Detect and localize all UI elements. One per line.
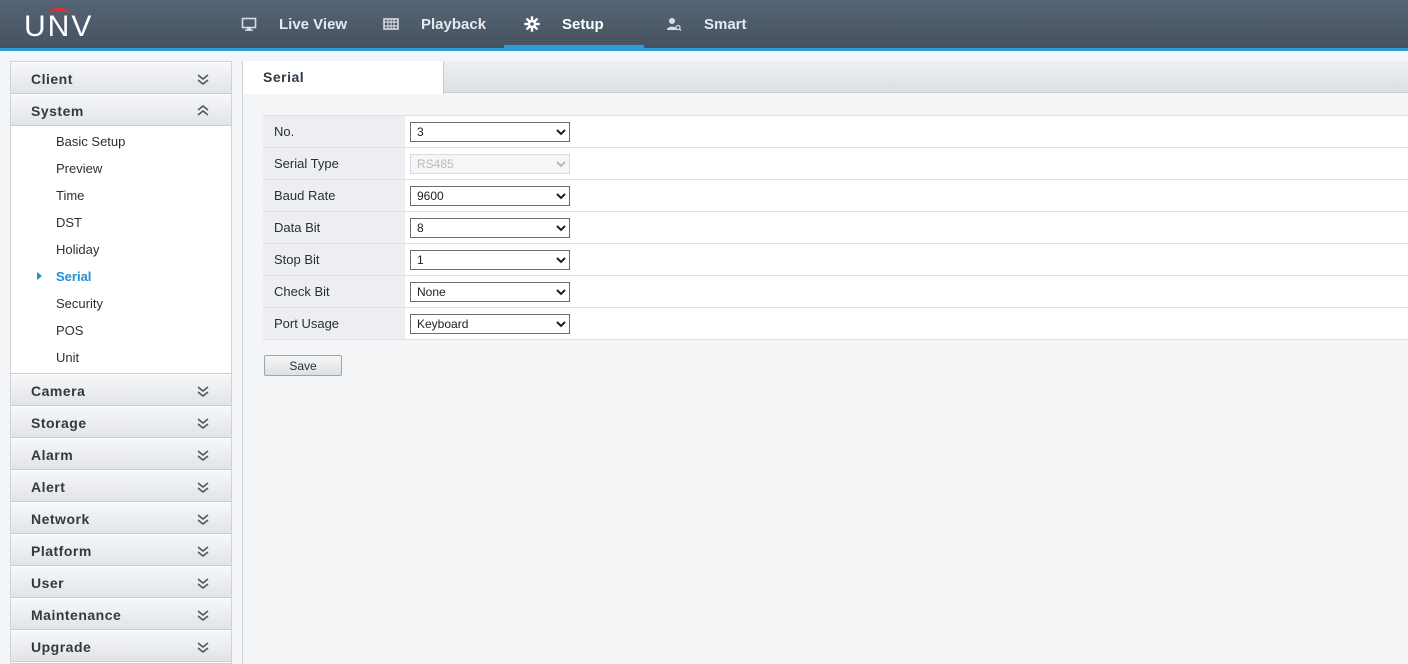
field-label: Baud Rate bbox=[263, 180, 405, 211]
sidebar-item-basic-setup[interactable]: Basic Setup bbox=[11, 128, 231, 155]
chevron-double-up-icon bbox=[197, 105, 209, 116]
field-label: Data Bit bbox=[263, 212, 405, 243]
form-row-no: No. 3 bbox=[263, 116, 1408, 148]
nav-label: Playback bbox=[421, 15, 487, 33]
field-label: Serial Type bbox=[263, 148, 405, 179]
chevron-double-down-icon bbox=[197, 514, 209, 525]
nav-live-view[interactable]: Live View bbox=[241, 0, 347, 48]
check-bit-select[interactable]: None bbox=[410, 282, 570, 302]
chevron-double-down-icon bbox=[197, 418, 209, 429]
sidebar-group-camera[interactable]: Camera bbox=[11, 374, 231, 406]
group-label: Network bbox=[31, 511, 90, 527]
nav-smart[interactable]: Smart bbox=[666, 0, 747, 48]
chevron-double-down-icon bbox=[197, 74, 209, 85]
gear-icon bbox=[524, 16, 540, 32]
user-search-icon bbox=[667, 18, 682, 31]
sidebar-item-time[interactable]: Time bbox=[11, 182, 231, 209]
sidebar-item-holiday[interactable]: Holiday bbox=[11, 236, 231, 263]
group-label: Upgrade bbox=[31, 639, 92, 655]
group-label: User bbox=[31, 575, 65, 591]
baud-rate-select[interactable]: 9600 bbox=[410, 186, 570, 206]
group-label: Client bbox=[31, 71, 73, 87]
active-arrow-icon bbox=[37, 272, 42, 280]
sidebar-item-dst[interactable]: DST bbox=[11, 209, 231, 236]
sidebar-group-alert[interactable]: Alert bbox=[11, 470, 231, 502]
chevron-double-down-icon bbox=[197, 482, 209, 493]
field-label: No. bbox=[263, 116, 405, 147]
serial-type-select: RS485 bbox=[410, 154, 570, 174]
group-label: Alert bbox=[31, 479, 66, 495]
sidebar-item-unit[interactable]: Unit bbox=[11, 344, 231, 371]
nav-playback[interactable]: Playback bbox=[383, 0, 486, 48]
chevron-double-down-icon bbox=[197, 578, 209, 589]
group-label: Storage bbox=[31, 415, 87, 431]
tab-label: Serial bbox=[263, 69, 305, 85]
save-button[interactable]: Save bbox=[264, 355, 342, 376]
logo-text: UNV bbox=[24, 10, 94, 43]
sidebar-group-maintenance[interactable]: Maintenance bbox=[11, 598, 231, 630]
field-label: Check Bit bbox=[263, 276, 405, 307]
sidebar-item-preview[interactable]: Preview bbox=[11, 155, 231, 182]
form-row-check-bit: Check Bit None bbox=[263, 276, 1408, 308]
form-row-baud-rate: Baud Rate 9600 bbox=[263, 180, 1408, 212]
group-label: Platform bbox=[31, 543, 92, 559]
field-label: Port Usage bbox=[263, 308, 405, 339]
monitor-icon bbox=[241, 17, 257, 31]
chevron-double-down-icon bbox=[197, 546, 209, 557]
active-tab-indicator bbox=[504, 45, 644, 48]
tab-strip: Serial bbox=[243, 61, 1408, 94]
form-row-data-bit: Data Bit 8 bbox=[263, 212, 1408, 244]
no-select[interactable]: 3 bbox=[410, 122, 570, 142]
sidebar-group-user[interactable]: User bbox=[11, 566, 231, 598]
sidebar-group-network[interactable]: Network bbox=[11, 502, 231, 534]
field-label: Stop Bit bbox=[263, 244, 405, 275]
sidebar-group-system[interactable]: System bbox=[11, 94, 231, 126]
sidebar-item-serial[interactable]: Serial bbox=[11, 263, 231, 290]
nav-label: Setup bbox=[562, 15, 604, 33]
serial-form: No. 3 Serial Type RS485 Baud Rate 9600 D… bbox=[263, 115, 1408, 340]
sidebar-item-security[interactable]: Security bbox=[11, 290, 231, 317]
nav-label: Smart bbox=[704, 15, 747, 33]
chevron-double-down-icon bbox=[197, 386, 209, 397]
chevron-double-down-icon bbox=[197, 642, 209, 653]
data-bit-select[interactable]: 8 bbox=[410, 218, 570, 238]
tab-serial[interactable]: Serial bbox=[243, 61, 444, 94]
group-label: Alarm bbox=[31, 447, 74, 463]
system-submenu: Basic Setup Preview Time DST Holiday Ser… bbox=[11, 126, 231, 374]
film-icon bbox=[383, 18, 399, 30]
sidebar-group-upgrade[interactable]: Upgrade bbox=[11, 630, 231, 662]
stop-bit-select[interactable]: 1 bbox=[410, 250, 570, 270]
chevron-double-down-icon bbox=[197, 450, 209, 461]
form-row-port-usage: Port Usage Keyboard bbox=[263, 308, 1408, 340]
sidebar-item-label: Serial bbox=[56, 269, 92, 284]
nav-setup[interactable]: Setup bbox=[524, 0, 604, 48]
sidebar-group-storage[interactable]: Storage bbox=[11, 406, 231, 438]
sidebar-item-pos[interactable]: POS bbox=[11, 317, 231, 344]
top-bar: UNV Live View Playback Setup Smart bbox=[0, 0, 1408, 51]
chevron-double-down-icon bbox=[197, 610, 209, 621]
unv-logo: UNV bbox=[24, 6, 94, 42]
content-panel: Serial No. 3 Serial Type RS485 Baud Rate… bbox=[242, 61, 1408, 664]
form-row-stop-bit: Stop Bit 1 bbox=[263, 244, 1408, 276]
sidebar-group-alarm[interactable]: Alarm bbox=[11, 438, 231, 470]
sidebar-group-client[interactable]: Client bbox=[11, 62, 231, 94]
nav-label: Live View bbox=[279, 15, 348, 33]
group-label: System bbox=[31, 103, 84, 119]
sidebar-group-platform[interactable]: Platform bbox=[11, 534, 231, 566]
port-usage-select[interactable]: Keyboard bbox=[410, 314, 570, 334]
group-label: Maintenance bbox=[31, 607, 122, 623]
sidebar: Client System Basic Setup Preview Time D… bbox=[10, 61, 232, 664]
form-row-serial-type: Serial Type RS485 bbox=[263, 148, 1408, 180]
group-label: Camera bbox=[31, 383, 86, 399]
